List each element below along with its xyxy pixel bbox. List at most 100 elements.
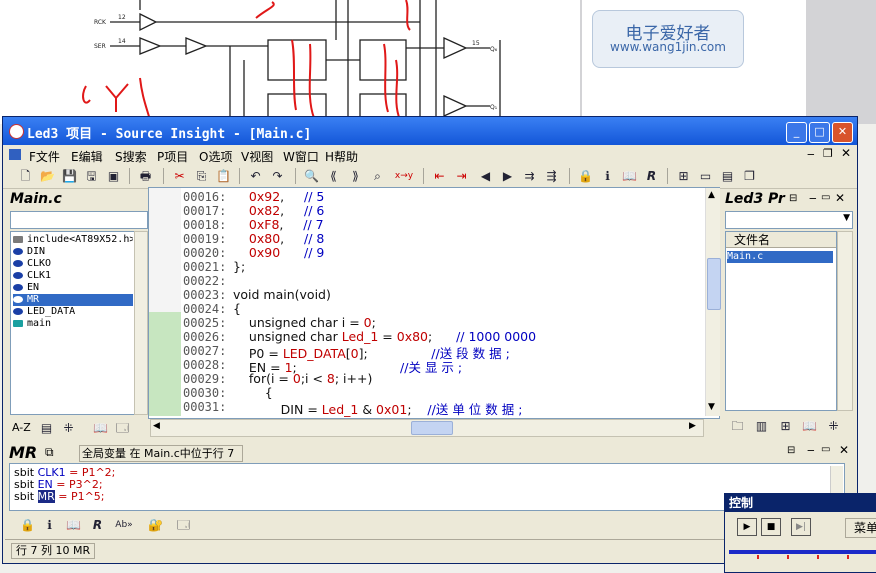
symbol-item-din[interactable]: DIN — [13, 246, 133, 258]
symbol-info-icon[interactable]: ℹ — [599, 168, 616, 184]
context-restore[interactable]: ▭ — [821, 444, 830, 455]
code-line[interactable]: 0xF8, // 7 — [233, 217, 324, 232]
menu-help[interactable]: H帮助 — [325, 148, 358, 165]
code-line[interactable]: 0x82, // 6 — [233, 203, 324, 218]
code-line[interactable]: 0x92, // 5 — [233, 189, 324, 204]
code-line[interactable]: }; — [233, 259, 245, 274]
search-files-icon[interactable]: ⌕ — [369, 168, 386, 184]
menu-project[interactable]: P项目 — [157, 148, 188, 165]
project-window-minimize[interactable]: ‒ — [809, 191, 817, 205]
sort-az-button[interactable]: A-Z — [12, 421, 31, 434]
menu-edit[interactable]: E编辑 — [71, 148, 103, 165]
save-all-icon[interactable]: 🖫 — [83, 168, 100, 184]
editor-vertical-scrollbar[interactable]: ▲ ▼ — [705, 188, 721, 416]
project-file-item[interactable]: Main.c — [727, 251, 833, 263]
category-view-icon[interactable]: ⁜ — [825, 418, 842, 434]
jump-caller-icon[interactable]: ⇉ — [521, 168, 538, 184]
scroll-thumb[interactable] — [707, 258, 721, 310]
project-window-restore[interactable]: ▭ — [821, 192, 830, 203]
context-close[interactable]: ✕ — [839, 443, 849, 457]
title-bar[interactable]: Led3 项目 - Source Insight - [Main.c] _ □ … — [3, 117, 857, 145]
file-list-icon[interactable]: 🗀 — [729, 418, 746, 434]
undo-icon[interactable]: ↶ — [247, 168, 264, 184]
project-file-list[interactable]: 文件名 Main.c — [725, 231, 837, 411]
symbol-item-en[interactable]: EN — [13, 282, 133, 294]
code-line[interactable]: 0x90 // 9 — [233, 245, 324, 260]
jump-reference-icon[interactable]: ⇶ — [543, 168, 560, 184]
bookmark-prev-icon[interactable]: ⇤ — [431, 168, 448, 184]
context-text[interactable]: sbit CLK1 = P1^2; sbit EN = P3^2; sbit M… — [9, 463, 845, 511]
menu-view[interactable]: V视图 — [241, 148, 273, 165]
project-list-scrollbar[interactable] — [837, 231, 853, 411]
symbol-list-scrollbar[interactable] — [134, 231, 148, 415]
context-pin-icon[interactable]: ⊟ — [787, 445, 795, 456]
symbol-item-main[interactable]: main — [13, 318, 133, 330]
lock-context-icon[interactable]: 🔐 — [147, 517, 164, 533]
scroll-right-icon[interactable]: ▶ — [689, 421, 696, 431]
lock-icon[interactable]: 🔒 — [19, 517, 36, 533]
code-line[interactable]: { — [233, 385, 273, 400]
scroll-down-icon[interactable]: ▼ — [708, 402, 715, 412]
layout-grid-icon[interactable]: ⊞ — [675, 168, 692, 184]
mdi-minimize-button[interactable]: ‒ — [807, 147, 815, 161]
browse-icon[interactable]: 📖 — [801, 418, 818, 434]
layout-stack-icon[interactable]: ❐ — [741, 168, 758, 184]
list-view-icon[interactable]: ▤ — [38, 420, 55, 436]
play-button[interactable]: ▶ — [737, 518, 757, 536]
symbol-item-mr[interactable]: MR — [13, 294, 133, 306]
open-folder-icon[interactable]: 📂 — [39, 168, 56, 184]
symbol-item-include[interactable]: include<AT89X52.h> — [13, 234, 133, 246]
file-groups-icon[interactable]: ▥ — [753, 418, 770, 434]
close-button[interactable]: ✕ — [832, 122, 853, 143]
find-icon[interactable]: 🔍 — [303, 168, 320, 184]
font-size-icon[interactable]: Ab» — [113, 517, 135, 533]
code-line[interactable]: unsigned char Led_1 = 0x80; // 1000 0000 — [233, 329, 536, 344]
category-view-icon[interactable]: ⁜ — [60, 420, 77, 436]
mdi-restore-button[interactable]: ❐ — [823, 147, 833, 160]
find-previous-icon[interactable]: ⟪ — [325, 168, 342, 184]
control-menu-button[interactable]: 菜单 — [845, 518, 876, 538]
find-next-icon[interactable]: ⟫ — [347, 168, 364, 184]
bookmark-next-icon[interactable]: ⇥ — [453, 168, 470, 184]
mdi-close-button[interactable]: ✕ — [841, 146, 851, 160]
symbol-list[interactable]: include<AT89X52.h> DIN CLKO CLK1 EN MR L… — [10, 231, 135, 415]
stop-button[interactable]: ■ — [761, 518, 781, 536]
replace-icon[interactable]: x→y — [393, 168, 415, 184]
step-button[interactable]: ▶| — [791, 518, 811, 536]
code-line[interactable]: DIN = Led_1 & 0x01; //送 单 位 数 据 ; — [233, 399, 523, 418]
print-icon[interactable]: 🖶 — [137, 168, 154, 184]
symbol-item-led-data[interactable]: LED_DATA — [13, 306, 133, 318]
lock-icon[interactable]: 🔒 — [577, 168, 594, 184]
maximize-button[interactable]: □ — [809, 122, 830, 143]
symbol-item-clk0[interactable]: CLKO — [13, 258, 133, 270]
new-file-icon[interactable]: 🗋 — [17, 168, 34, 184]
browse-icon[interactable]: 📖 — [92, 420, 109, 436]
menu-app-icon[interactable] — [9, 149, 21, 160]
menu-file[interactable]: F文件 — [29, 148, 60, 165]
copy-icon[interactable]: ⎘ — [193, 168, 210, 184]
project-filter-combo[interactable]: ▼ — [725, 211, 853, 229]
close-file-icon[interactable]: ▣ — [105, 168, 122, 184]
relation-icon[interactable]: R — [643, 168, 660, 184]
properties-icon[interactable]: 🗔 — [175, 517, 192, 533]
redo-icon[interactable]: ↷ — [269, 168, 286, 184]
context-minimize[interactable]: ‒ — [807, 443, 815, 457]
code-line[interactable]: unsigned char i = 0; — [233, 315, 376, 330]
symbol-filter-input[interactable] — [10, 211, 148, 229]
context-jump-icon[interactable]: ⧉ — [45, 445, 54, 460]
go-back-icon[interactable]: ◀ — [477, 168, 494, 184]
cut-icon[interactable]: ✂ — [171, 168, 188, 184]
code-editor[interactable]: 00016: 0x92, // 5 00017: 0x82, // 6 00018:… — [148, 187, 721, 419]
scroll-left-icon[interactable]: ◀ — [153, 421, 160, 431]
code-line[interactable]: for(i = 0;i < 8; i++) — [233, 371, 372, 386]
menu-search[interactable]: S搜索 — [115, 148, 147, 165]
menu-window[interactable]: W窗口 — [283, 148, 319, 165]
timeline-track[interactable] — [729, 550, 876, 554]
project-window-pin-icon[interactable]: ⊟ — [789, 193, 797, 204]
menu-options[interactable]: O选项 — [199, 148, 232, 165]
save-icon[interactable]: 💾 — [61, 168, 78, 184]
scroll-up-icon[interactable]: ▲ — [708, 190, 715, 200]
relation-icon[interactable]: R — [89, 517, 106, 533]
control-window-title[interactable]: 控制 — [725, 494, 876, 512]
hscroll-thumb[interactable] — [411, 421, 453, 435]
